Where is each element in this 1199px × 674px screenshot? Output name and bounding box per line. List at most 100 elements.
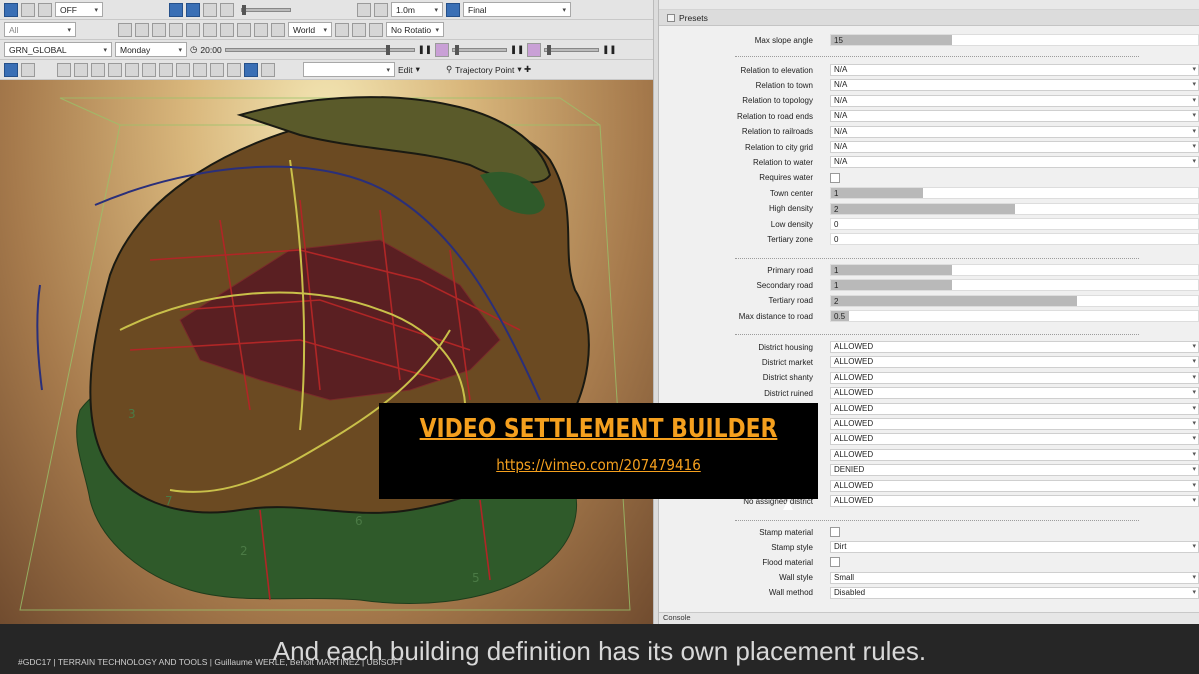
checkbox[interactable] (830, 172, 840, 183)
text-icon[interactable] (91, 62, 105, 77)
property-value-cell: 1 (830, 264, 1199, 276)
filter-select[interactable]: All ▾ (4, 22, 76, 37)
dropdown-field[interactable]: N/A (830, 141, 1199, 153)
redo-icon[interactable] (203, 22, 217, 37)
time-slider[interactable] (224, 44, 415, 55)
snowflake-icon[interactable] (261, 62, 275, 77)
dropdown-field[interactable]: ALLOWED (830, 495, 1199, 507)
eye-icon[interactable] (169, 22, 183, 37)
pivot-icon[interactable] (271, 22, 285, 37)
property-label: Relation to city grid (744, 142, 813, 152)
dropdown-field[interactable]: N/A (830, 125, 1199, 138)
search-icon[interactable] (118, 22, 132, 37)
dropdown-field[interactable]: ALLOWED (830, 479, 1199, 492)
property-value-cell (830, 526, 1199, 538)
hand-icon[interactable] (135, 22, 149, 37)
grid-alt-icon[interactable] (374, 2, 388, 17)
camera-tool-icon[interactable] (125, 62, 139, 77)
numeric-slider-field[interactable]: 1 (830, 187, 1199, 200)
dropdown-field[interactable]: N/A (830, 156, 1199, 169)
dropdown-field[interactable]: DENIED (830, 464, 1199, 477)
mode-select[interactable]: ▾ (303, 62, 395, 77)
camera-icon[interactable] (446, 2, 460, 17)
snap-surface-icon[interactable] (352, 22, 366, 37)
terrain-icon[interactable] (159, 62, 173, 77)
pause-wind-icon[interactable]: ❚❚ (602, 44, 616, 55)
cube-icon[interactable] (193, 62, 207, 77)
rotate-icon[interactable] (237, 22, 251, 37)
save-all-icon[interactable] (21, 2, 35, 17)
space-select[interactable]: World ▾ (288, 22, 332, 37)
light-icon[interactable] (108, 62, 122, 77)
checkbox[interactable] (830, 557, 840, 568)
grid-icon[interactable] (357, 2, 371, 17)
numeric-slider-field[interactable]: 15 (830, 34, 1199, 46)
3d-viewport[interactable]: 7 2 6 5 3 (0, 80, 653, 624)
numeric-slider-field[interactable]: 2 (830, 294, 1199, 307)
numeric-slider-field[interactable]: 0.5 (830, 310, 1199, 323)
dropdown-field[interactable]: N/A (830, 79, 1199, 92)
numeric-slider-field[interactable]: 2 (830, 202, 1199, 215)
dropdown-field[interactable]: N/A (830, 94, 1199, 107)
weather-icon[interactable] (434, 42, 449, 57)
dropdown-field[interactable]: ALLOWED (830, 418, 1199, 430)
edit-menu[interactable]: Edit (398, 65, 413, 75)
entity-icon[interactable] (57, 62, 71, 77)
dropdown-field[interactable]: ALLOWED (830, 402, 1199, 415)
orbit-icon[interactable] (152, 22, 166, 37)
presets-header[interactable]: Presets (659, 10, 1199, 26)
snap-select[interactable]: OFF ▾ (55, 2, 103, 17)
scale-icon[interactable] (254, 22, 268, 37)
mesh-icon[interactable] (210, 62, 224, 77)
layout-icon[interactable] (38, 2, 52, 17)
checkbox[interactable] (830, 527, 840, 537)
dropdown-field[interactable]: ALLOWED (830, 387, 1199, 400)
numeric-slider-field[interactable]: 0 (830, 218, 1199, 230)
undo-icon[interactable] (186, 22, 200, 37)
trajectory-point-select[interactable]: Trajectory Point (455, 65, 514, 75)
day-select[interactable]: Monday ▾ (115, 42, 187, 57)
node-icon[interactable] (227, 62, 241, 77)
grid-toggle-icon[interactable] (169, 2, 183, 17)
wind-slider[interactable] (544, 44, 600, 55)
brush-tool-icon[interactable] (21, 62, 35, 77)
grid-view-icon[interactable] (244, 62, 258, 77)
property-value-cell: ALLOWED (830, 433, 1199, 446)
dropdown-field[interactable]: Disabled (830, 586, 1199, 599)
rotation-select[interactable]: No Rotatio ▾ (386, 22, 444, 37)
dropdown-field[interactable]: ALLOWED (830, 433, 1199, 446)
dropdown-field[interactable]: ALLOWED (830, 341, 1199, 353)
dropdown-field[interactable]: ALLOWED (830, 448, 1199, 461)
weather-slider[interactable] (451, 44, 507, 55)
dropdown-field[interactable]: N/A (830, 64, 1199, 76)
pause-weather-icon[interactable]: ❚❚ (510, 44, 524, 55)
numeric-slider-field[interactable]: 0 (830, 233, 1199, 246)
console-tab[interactable]: Console (659, 612, 1199, 624)
rotation-select-value: No Rotatio (391, 24, 432, 35)
bar-alt-icon[interactable] (220, 2, 234, 17)
numeric-slider-field[interactable]: 1 (830, 264, 1199, 276)
magnet-icon[interactable] (335, 22, 349, 37)
save-icon[interactable] (4, 2, 18, 17)
pause-icon[interactable]: ❚❚ (418, 44, 432, 55)
numeric-slider-field[interactable]: 1 (830, 279, 1199, 292)
dropdown-field[interactable]: N/A (830, 110, 1199, 123)
wind-icon[interactable] (527, 42, 542, 57)
layer-select[interactable]: GRN_GLOBAL ▾ (4, 42, 112, 57)
box-icon[interactable] (176, 62, 190, 77)
dropdown-field[interactable]: ALLOWED (830, 356, 1199, 369)
particle-icon[interactable] (142, 62, 156, 77)
quality-select[interactable]: Final ▾ (463, 2, 571, 17)
dropdown-field[interactable]: Small (830, 571, 1199, 584)
prefab-icon[interactable] (74, 62, 88, 77)
move-icon[interactable] (220, 22, 234, 37)
overlay-url-link[interactable]: https://vimeo.com/207479416 (401, 456, 796, 474)
grid-size-select[interactable]: 1.0m ▾ (391, 2, 443, 17)
bar-icon[interactable] (203, 2, 217, 17)
align-icon[interactable] (369, 22, 383, 37)
dropdown-field[interactable]: Dirt (830, 541, 1199, 554)
brush-size-slider[interactable] (241, 4, 291, 15)
snap-toggle-icon[interactable] (186, 2, 200, 17)
select-tool-icon[interactable] (4, 62, 18, 77)
dropdown-field[interactable]: ALLOWED (830, 371, 1199, 384)
